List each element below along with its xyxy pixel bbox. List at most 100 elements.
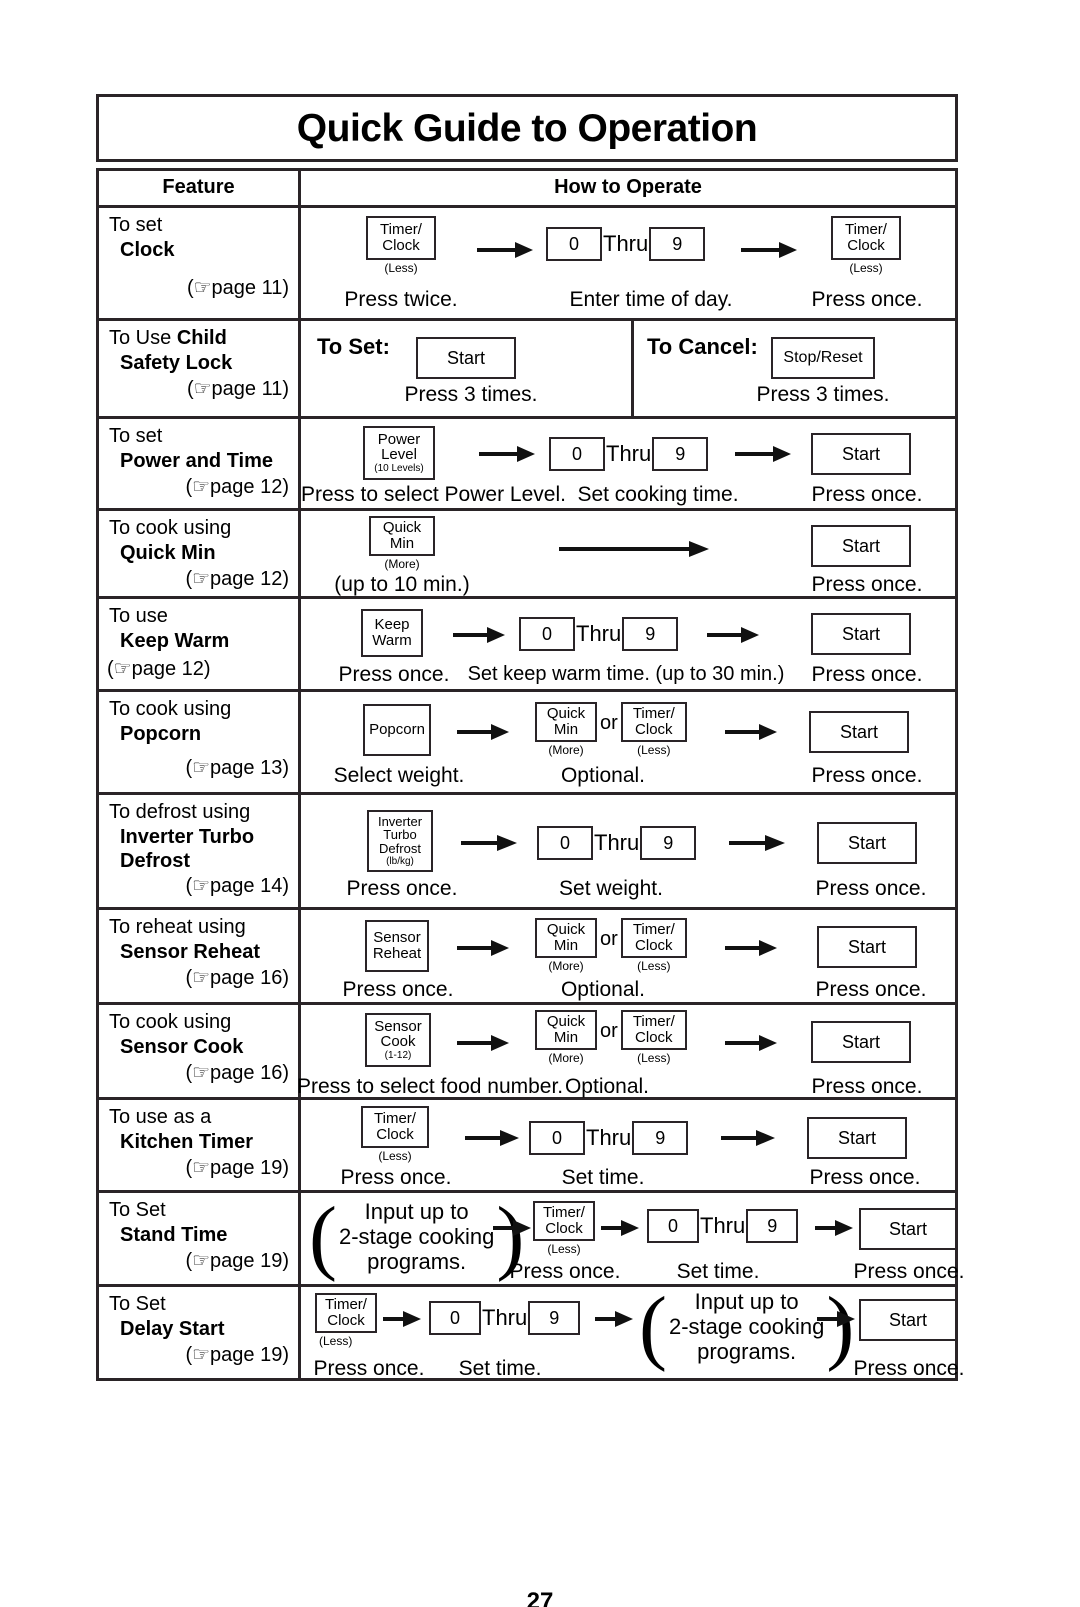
key-start[interactable]: Start (811, 525, 911, 567)
key-start[interactable]: Start (859, 1208, 957, 1250)
key-label-top: Timer/ (632, 1013, 675, 1031)
number-box-from[interactable]: 0 (549, 437, 605, 471)
key-quick-min[interactable]: Quick Min (535, 1010, 597, 1050)
step-key-quick-min[interactable]: Quick Min (More) (369, 516, 435, 571)
table-row: To Use Child Safety Lock (☞page 11) To S… (99, 318, 955, 416)
key-caption-more: (More) (384, 557, 420, 571)
step-number-range[interactable]: 0 Thru 9 (529, 1121, 689, 1155)
key-start[interactable]: Start (807, 1117, 907, 1159)
key-timer-clock-group[interactable]: Timer/ Clock (Less) (620, 918, 687, 973)
key-caption-more: (More) (548, 743, 584, 757)
feature-line2: Sensor Cook (120, 1035, 244, 1058)
number-box-from[interactable]: 0 (429, 1301, 481, 1335)
key-label-bottom: Min (553, 937, 579, 954)
number-box-from[interactable]: 0 (519, 617, 575, 651)
number-box-from[interactable]: 0 (546, 227, 602, 261)
arrow-right-icon (453, 625, 505, 645)
number-box-from[interactable]: 0 (537, 826, 593, 860)
key-timer-clock[interactable]: Timer/ Clock (315, 1293, 377, 1333)
key-start[interactable]: Start (817, 822, 917, 864)
key-sensor-cook[interactable]: Sensor Cook (1-12) (365, 1013, 431, 1067)
key-start[interactable]: Start (859, 1299, 957, 1341)
step-key-timer-clock[interactable]: Timer/ Clock (Less) (361, 1106, 429, 1163)
note-line2: 2-stage cooking (338, 1224, 495, 1250)
step-number-range[interactable]: 0 Thru 9 (519, 617, 679, 651)
key-quick-min-group[interactable]: Quick Min (More) (535, 702, 597, 757)
arrow-right-icon (725, 1033, 777, 1053)
step-key-timer-clock[interactable]: Timer/ Clock (Less) (315, 1293, 377, 1348)
step-caption: Optional. (564, 1075, 650, 1098)
key-start[interactable]: Start (817, 926, 917, 968)
step-caption: Press once. (811, 483, 923, 506)
header-cell-how-to-operate: How to Operate (301, 171, 955, 205)
key-timer-clock-group[interactable]: Timer/ Clock (Less) (620, 702, 687, 757)
key-power-level[interactable]: Power Level (10 Levels) (363, 426, 435, 480)
number-box-to[interactable]: 9 (622, 617, 679, 651)
number-box-to[interactable]: 9 (649, 227, 706, 261)
feature-cell-power-and-time: To set Power and Time (☞page 12) (99, 419, 301, 508)
key-label-bottom: Clock (847, 237, 885, 254)
header-how-to-operate-label: How to Operate (554, 176, 702, 198)
key-sensor-reheat[interactable]: Sensor Reheat (365, 920, 429, 972)
number-box-to[interactable]: 9 (640, 826, 697, 860)
step-number-range[interactable]: 0 Thru 9 (429, 1301, 581, 1335)
key-popcorn[interactable]: Popcorn (363, 704, 431, 756)
feature-line1: To cook using (109, 517, 232, 539)
feature-cell-quick-min: To cook using Quick Min (☞page 12) (99, 511, 301, 596)
key-start[interactable]: Start (809, 711, 909, 753)
key-stop-reset[interactable]: Stop/Reset (771, 337, 875, 379)
key-caption-less: (Less) (378, 1149, 412, 1163)
key-keep-warm[interactable]: Keep Warm (361, 609, 423, 657)
or-label: or (600, 712, 618, 734)
key-quick-min-group[interactable]: Quick Min (More) (535, 918, 597, 973)
key-quick-min[interactable]: Quick Min (535, 918, 597, 958)
key-timer-clock-group[interactable]: Timer/ Clock (Less) (620, 1010, 687, 1065)
key-timer-clock[interactable]: Timer/ Clock (620, 918, 687, 958)
note-line1: Input up to (694, 1289, 799, 1314)
number-box-to[interactable]: 9 (746, 1209, 799, 1243)
feature-cell-sensor-reheat: To reheat using Sensor Reheat (☞page 16) (99, 910, 301, 1002)
key-label-top: Quick (546, 1013, 586, 1031)
step-key-timer-clock[interactable]: Timer/ Clock (Less) (831, 216, 901, 275)
key-timer-clock[interactable]: Timer/ Clock (620, 702, 687, 742)
key-start[interactable]: Start (811, 1021, 911, 1063)
number-box-to[interactable]: 9 (632, 1121, 689, 1155)
key-timer-clock[interactable]: Timer/ Clock (366, 216, 436, 260)
key-start[interactable]: Start (416, 337, 516, 379)
number-box-from[interactable]: 0 (529, 1121, 585, 1155)
key-start[interactable]: Start (811, 613, 911, 655)
step-key-timer-clock[interactable]: Timer/ Clock (Less) (366, 216, 436, 275)
key-label-bottom: Min (389, 535, 415, 552)
operate-cell-keep-warm: Keep Warm Press once. 0 Thru 9 Set keep … (301, 599, 955, 689)
key-inverter-turbo-defrost[interactable]: Inverter Turbo Defrost (lb/kg) (367, 810, 433, 872)
number-box-to[interactable]: 9 (528, 1301, 581, 1335)
step-number-range[interactable]: 0 Thru 9 (546, 227, 706, 261)
key-quick-min[interactable]: Quick Min (369, 516, 435, 556)
number-box-from[interactable]: 0 (647, 1209, 699, 1243)
arrow-right-icon (601, 1218, 639, 1238)
number-box-to[interactable]: 9 (652, 437, 709, 471)
feature-line1: To defrost using (109, 801, 251, 823)
feature-line2: Quick Min (120, 541, 216, 564)
key-timer-clock[interactable]: Timer/ Clock (361, 1106, 429, 1148)
step-caption: (up to 10 min.) (334, 573, 470, 596)
key-timer-clock[interactable]: Timer/ Clock (831, 216, 901, 260)
manual-page: Quick Guide to Operation Feature How to … (0, 0, 1080, 1607)
feature-page-ref: (☞page 11) (186, 276, 289, 299)
step-number-range[interactable]: 0 Thru 9 (647, 1209, 799, 1243)
step-key-timer-clock[interactable]: Timer/ Clock (Less) (533, 1201, 595, 1256)
step-number-range[interactable]: 0 Thru 9 (537, 826, 697, 860)
key-caption-more: (More) (548, 959, 584, 973)
key-quick-min[interactable]: Quick Min (535, 702, 597, 742)
key-quick-min-group[interactable]: Quick Min (More) (535, 1010, 597, 1065)
step-number-range[interactable]: 0 Thru 9 (549, 437, 709, 471)
key-timer-clock[interactable]: Timer/ Clock (620, 1010, 687, 1050)
step-caption: Select weight. (333, 764, 465, 787)
feature-page-ref: (☞page 11) (186, 377, 289, 400)
key-start[interactable]: Start (811, 433, 911, 475)
quick-guide-table: Feature How to Operate To set Clock (☞pa… (96, 168, 964, 1381)
key-label-bottom: Defrost (379, 841, 421, 857)
key-timer-clock[interactable]: Timer/ Clock (533, 1201, 595, 1241)
step-caption: Optional. (560, 764, 646, 787)
step-key-or-group: Quick Min (More) or Timer/ Clock (Less) (535, 1010, 687, 1065)
